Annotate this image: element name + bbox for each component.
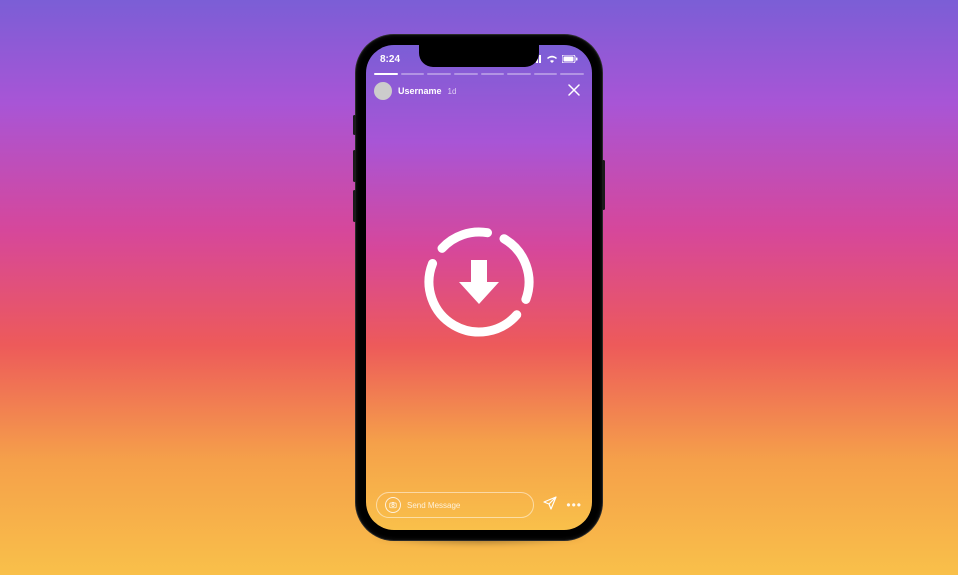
status-time: 8:24 [380,54,400,65]
avatar[interactable] [374,82,392,100]
progress-segment [401,73,425,75]
battery-icon [562,55,578,63]
power-button [602,160,605,210]
phone-frame: 8:24 Username 1d [356,35,602,540]
volume-up-button [353,150,356,182]
camera-button[interactable] [385,497,401,513]
progress-segment [454,73,478,75]
more-icon: ••• [566,498,582,512]
send-icon [542,495,558,511]
progress-segment [560,73,584,75]
silence-switch [353,115,356,135]
progress-segment [427,73,451,75]
message-input[interactable]: Send Message [376,492,534,518]
progress-segment [507,73,531,75]
story-timestamp: 1d [448,87,457,96]
username-label[interactable]: Username [398,86,442,96]
more-button[interactable]: ••• [566,498,582,512]
progress-segment [534,73,558,75]
camera-icon [389,501,397,509]
progress-segment [374,73,398,75]
wifi-icon [546,55,558,63]
message-placeholder: Send Message [407,501,460,510]
send-button[interactable] [542,495,558,516]
close-icon [568,84,580,96]
download-story-icon [419,222,539,342]
story-progress-bar [374,73,584,75]
progress-segment [481,73,505,75]
story-header: Username 1d [374,81,584,101]
close-button[interactable] [564,81,584,101]
phone-notch [419,45,539,67]
volume-down-button [353,190,356,222]
phone-screen: 8:24 Username 1d [366,45,592,530]
story-footer: Send Message ••• [376,492,582,518]
